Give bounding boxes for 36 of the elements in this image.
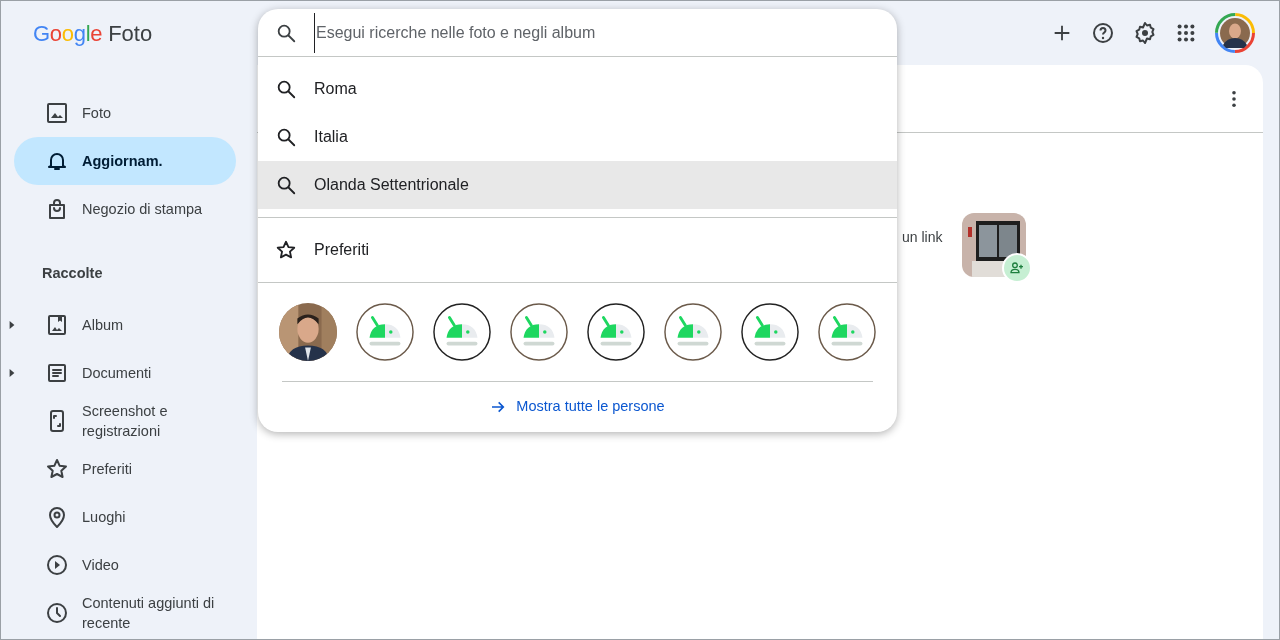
message-text: un link: [902, 228, 943, 247]
sidebar-item[interactable]: Video: [14, 540, 236, 589]
search-icon: [275, 78, 297, 100]
sidebar-item[interactable]: Foto: [14, 89, 236, 137]
search-suggestion[interactable]: Italia: [258, 113, 897, 161]
apps-grid-icon[interactable]: [1175, 22, 1197, 44]
sidebar-item[interactable]: Album: [14, 300, 236, 349]
star-icon: [275, 239, 297, 261]
sidebar-item[interactable]: Screenshot e registrazioni: [14, 396, 236, 445]
google-logo: Google: [33, 19, 103, 48]
clock-icon: [45, 600, 69, 625]
sidebar-item[interactable]: Aggiornam.: [14, 137, 236, 185]
image-icon: [45, 101, 69, 125]
show-all-people-link[interactable]: Mostra tutte le persone: [490, 396, 665, 418]
sidebar-item[interactable]: Negozio di stampa: [14, 185, 236, 233]
star-icon: [45, 456, 69, 481]
play-icon: [45, 552, 69, 577]
album-icon: [45, 312, 69, 337]
search-suggestion[interactable]: Olanda Settentrionale: [258, 161, 897, 209]
settings-icon[interactable]: [1133, 21, 1157, 45]
search-suggestion[interactable]: Preferiti: [258, 226, 897, 274]
more-options-icon[interactable]: [1231, 89, 1237, 108]
search-icon: [275, 174, 297, 196]
caret-icon[interactable]: [8, 368, 16, 377]
sidebar-item[interactable]: Contenuti aggiunti di recente: [14, 588, 236, 637]
search-icon: [275, 126, 297, 148]
sidebar-item[interactable]: Luoghi: [14, 492, 236, 541]
help-icon[interactable]: [1091, 21, 1115, 45]
caret-icon[interactable]: [8, 320, 16, 329]
search-field[interactable]: Esegui ricerche nelle foto e negli album: [314, 12, 897, 53]
sidebar-item[interactable]: Documenti: [14, 348, 236, 397]
app-name: Foto: [108, 19, 153, 48]
account-avatar[interactable]: [1215, 13, 1255, 53]
search-suggestion[interactable]: Roma: [258, 65, 897, 113]
section-title: Raccolte: [41, 264, 104, 283]
sidebar-item[interactable]: Preferiti: [14, 444, 236, 493]
